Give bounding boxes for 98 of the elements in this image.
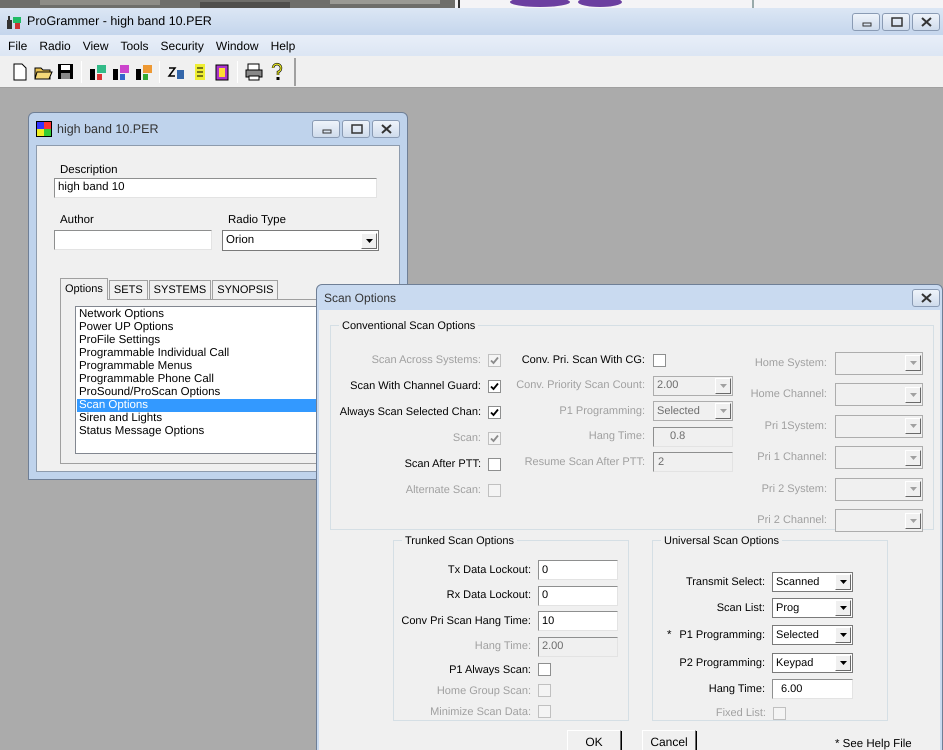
maximize-icon[interactable] xyxy=(890,16,902,28)
maximize-icon[interactable] xyxy=(350,123,362,135)
required-marker: * xyxy=(666,628,672,643)
field-label: Pri 1 Channel: xyxy=(757,450,827,466)
field-label: Scan: xyxy=(452,431,481,446)
caret-icon xyxy=(910,487,916,491)
dropdown[interactable]: Scanned xyxy=(772,572,853,592)
minimize-button[interactable] xyxy=(312,120,340,138)
field-label: Conv. Pri. Scan With CG: xyxy=(522,352,645,368)
checkbox[interactable] xyxy=(653,354,666,366)
app-icon xyxy=(6,14,22,30)
caret-icon xyxy=(910,361,916,365)
caret-icon xyxy=(840,633,846,638)
field-label: Resume Scan After PTT: xyxy=(524,454,645,470)
dropdown[interactable]: Keypad xyxy=(772,653,853,674)
field-label: Minimize Scan Data: xyxy=(430,704,531,720)
menu-item[interactable]: Window xyxy=(210,36,265,54)
field-label: Conv Pri Scan Hang Time: xyxy=(401,614,531,629)
field-label: Hang Time: xyxy=(474,639,531,654)
window-title: Scan Options xyxy=(324,290,398,306)
text-field[interactable]: high band 10 xyxy=(54,178,377,198)
close-button[interactable] xyxy=(372,120,400,138)
menu-item[interactable]: Security xyxy=(154,36,210,54)
close-button[interactable] xyxy=(912,12,940,30)
caret-icon xyxy=(840,661,846,666)
caret-icon xyxy=(910,424,916,428)
close-icon[interactable] xyxy=(920,292,932,304)
field-label: Scan List: xyxy=(716,601,765,616)
group-title: Conventional Scan Options xyxy=(339,319,478,333)
checkbox[interactable] xyxy=(488,406,501,419)
tab[interactable]: SETS xyxy=(108,280,148,299)
text-field[interactable]: 0 xyxy=(538,560,618,580)
window-title: high band 10.PER xyxy=(57,120,160,138)
field-label: Alternate Scan: xyxy=(406,483,481,498)
field-label: Scan Across Systems: xyxy=(372,353,481,368)
caret-icon xyxy=(720,384,726,388)
print-icon[interactable] xyxy=(244,62,264,82)
field-label: Transmit Select: xyxy=(686,575,765,590)
field-label: Radio Type xyxy=(227,213,287,228)
field-label: Conv. Priority Scan Count: xyxy=(516,378,645,394)
field-label: Rx Data Lockout: xyxy=(446,588,531,604)
field-label: Hang Time: xyxy=(708,682,765,697)
tab[interactable]: SYNOPSIS xyxy=(212,280,278,299)
caret-icon xyxy=(720,409,726,413)
field-label: Hang Time: xyxy=(588,429,645,444)
field-label: Home System: xyxy=(754,356,827,371)
dropdown[interactable]: Selected xyxy=(772,625,853,646)
field-label: P1 Programming: xyxy=(559,404,645,419)
group-title: Universal Scan Options xyxy=(661,534,782,548)
cancel-button[interactable]: Cancel xyxy=(642,730,696,750)
checkbox[interactable] xyxy=(538,663,551,676)
close-button[interactable] xyxy=(912,288,940,306)
field-label: Author xyxy=(59,213,95,228)
field-label: Scan After PTT: xyxy=(404,457,481,472)
field-label: Home Channel: xyxy=(750,387,827,402)
minimize-button[interactable] xyxy=(852,12,880,30)
menu-item[interactable]: Help xyxy=(264,36,302,54)
close-icon[interactable] xyxy=(380,123,392,135)
field-label: P1 Always Scan: xyxy=(449,662,531,678)
field-label: Fixed List: xyxy=(716,706,766,721)
caret-icon xyxy=(910,456,916,460)
caret-icon xyxy=(840,580,846,584)
maximize-button[interactable] xyxy=(342,120,370,138)
field-label: P1 Programming: xyxy=(679,628,765,643)
group-title: Trunked Scan Options xyxy=(402,534,518,548)
caret-icon xyxy=(910,518,916,522)
checkbox[interactable] xyxy=(488,458,501,471)
field-label: Pri 2 System: xyxy=(762,482,827,497)
maximize-button[interactable] xyxy=(882,12,910,30)
menu-item[interactable]: View xyxy=(76,36,114,54)
field-label: Description xyxy=(59,163,119,178)
help-note: * See Help File xyxy=(835,737,912,750)
dropdown[interactable]: Orion xyxy=(222,230,379,251)
caret-icon xyxy=(840,606,846,610)
text-field[interactable] xyxy=(54,230,212,250)
field-label: P2 Programming: xyxy=(679,656,765,671)
text-field[interactable]: 6.00 xyxy=(772,679,853,700)
save-icon[interactable] xyxy=(56,62,76,82)
dropdown[interactable]: Prog xyxy=(772,598,853,618)
caret-icon xyxy=(366,238,372,242)
tab[interactable]: Options xyxy=(60,278,108,300)
close-icon[interactable] xyxy=(920,16,932,28)
caret-icon xyxy=(910,392,916,396)
tab[interactable]: SYSTEMS xyxy=(148,280,212,299)
menu-item[interactable]: Tools xyxy=(114,36,155,54)
checkbox[interactable] xyxy=(488,380,501,393)
menu-item[interactable]: Radio xyxy=(33,36,77,54)
ok-button[interactable]: OK xyxy=(567,730,621,750)
field-label: Pri 2 Channel: xyxy=(757,513,827,528)
text-field[interactable]: 10 xyxy=(538,611,618,631)
menu-item[interactable]: File xyxy=(2,36,34,54)
field-label: Pri 1System: xyxy=(764,418,827,434)
text-field[interactable]: 0 xyxy=(538,586,618,606)
field-label: Home Group Scan: xyxy=(436,684,531,698)
window-title: ProGrammer - high band 10.PER xyxy=(27,13,213,30)
document-icon xyxy=(36,121,52,137)
field-label: Tx Data Lockout: xyxy=(448,562,531,578)
field-label: Scan With Channel Guard: xyxy=(350,379,481,394)
